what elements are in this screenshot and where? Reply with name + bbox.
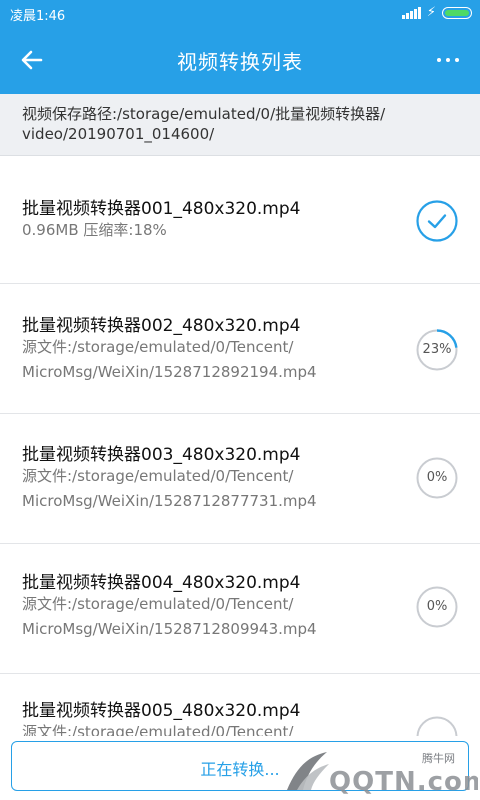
progress-label: 0%	[426, 599, 448, 614]
status-ring	[416, 200, 458, 242]
item-source-line-1: 源文件:/storage/emulated/0/Tencent/	[22, 467, 294, 485]
list-item-3[interactable]: 批量视频转换器003_480x320.mp4 源文件:/storage/emul…	[0, 414, 480, 544]
signal-icon	[401, 7, 421, 19]
progress-ring	[416, 716, 458, 736]
progress-label: 23%	[422, 342, 452, 357]
charging-icon: ⚡	[426, 5, 436, 20]
item-name: 批量视频转换器004_480x320.mp4	[22, 573, 301, 593]
item-name: 批量视频转换器002_480x320.mp4	[22, 316, 301, 336]
item-info: 0.96MB 压缩率:18%	[22, 221, 167, 239]
check-circle-icon	[416, 200, 458, 242]
app-bar: 视频转换列表	[0, 26, 480, 94]
list-item-4[interactable]: 批量视频转换器004_480x320.mp4 源文件:/storage/emul…	[0, 544, 480, 674]
conversion-list: 批量视频转换器001_480x320.mp4 0.96MB 压缩率:18% 批量…	[0, 156, 480, 736]
item-source-line-1: 源文件:/storage/emulated/0/Tencent/	[22, 595, 294, 613]
battery-icon	[442, 7, 472, 19]
converting-button[interactable]: 正在转换...	[11, 741, 469, 791]
item-name: 批量视频转换器003_480x320.mp4	[22, 445, 301, 465]
item-source-line-2: MicroMsg/WeiXin/1528712877731.mp4	[22, 492, 317, 510]
page-title: 视频转换列表	[177, 50, 303, 74]
progress-ring: 0%	[416, 457, 458, 499]
item-source-line-1: 源文件:/storage/emulated/0/Tencent/	[22, 723, 294, 736]
progress-ring: 0%	[416, 586, 458, 628]
converting-button-label: 正在转换...	[200, 760, 280, 779]
save-path-line-1: 视频保存路径:/storage/emulated/0/批量视频转换器/	[22, 105, 386, 123]
item-name: 批量视频转换器005_480x320.mp4	[22, 701, 301, 721]
more-button[interactable]	[430, 42, 466, 78]
progress-ring: 23%	[416, 329, 458, 371]
save-path-line-2: video/20190701_014600/	[22, 125, 215, 143]
status-icons: ⚡	[401, 5, 472, 20]
progress-label	[416, 716, 458, 736]
status-time: 凌晨1:46	[10, 9, 66, 24]
item-source-line-2: MicroMsg/WeiXin/1528712809943.mp4	[22, 620, 317, 638]
list-item-5[interactable]: 批量视频转换器005_480x320.mp4 源文件:/storage/emul…	[0, 674, 480, 736]
progress-label: 0%	[426, 470, 448, 485]
list-item-1[interactable]: 批量视频转换器001_480x320.mp4 0.96MB 压缩率:18%	[0, 156, 480, 284]
save-path-banner: 视频保存路径:/storage/emulated/0/批量视频转换器/ vide…	[0, 94, 480, 156]
list-item-2[interactable]: 批量视频转换器002_480x320.mp4 源文件:/storage/emul…	[0, 284, 480, 414]
item-name: 批量视频转换器001_480x320.mp4	[22, 199, 301, 219]
status-bar: 凌晨1:46 ⚡	[0, 0, 480, 26]
item-source-line-1: 源文件:/storage/emulated/0/Tencent/	[22, 338, 294, 356]
more-dots-icon	[437, 58, 441, 62]
item-source-line-2: MicroMsg/WeiXin/1528712892194.mp4	[22, 363, 317, 381]
